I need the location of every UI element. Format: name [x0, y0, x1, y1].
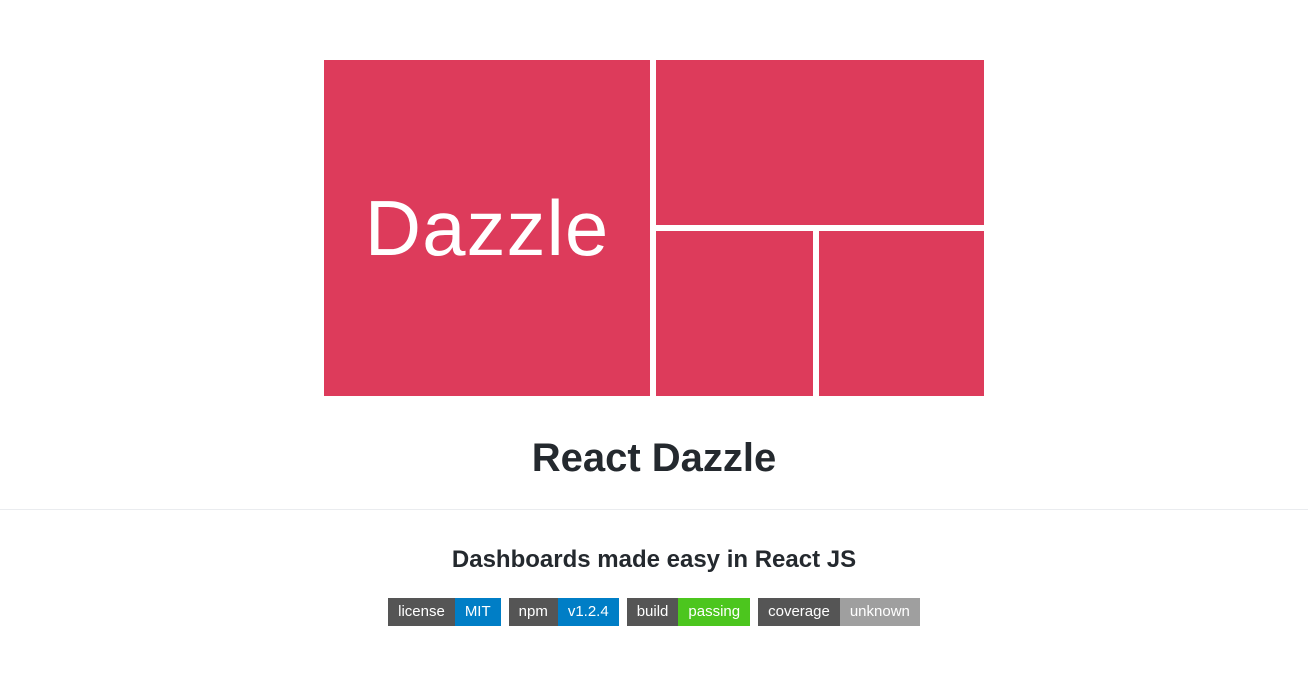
- badge-label: build: [627, 598, 679, 626]
- coverage-badge[interactable]: coverage unknown: [758, 598, 920, 626]
- page-title: React Dazzle: [532, 436, 777, 481]
- npm-badge[interactable]: npm v1.2.4: [509, 598, 619, 626]
- dazzle-logo: Dazzle: [324, 60, 984, 396]
- badge-value: unknown: [840, 598, 920, 626]
- logo-left-tile: Dazzle: [324, 60, 650, 396]
- badge-value: MIT: [455, 598, 501, 626]
- badge-value: v1.2.4: [558, 598, 619, 626]
- logo-bottom-right-tile: [819, 231, 984, 396]
- page-subtitle: Dashboards made easy in React JS: [452, 546, 856, 574]
- logo-bottom-left-tile: [656, 231, 813, 396]
- badge-label: coverage: [758, 598, 840, 626]
- logo-top-right-tile: [656, 60, 984, 225]
- logo-text: Dazzle: [365, 183, 609, 274]
- section-divider: [0, 509, 1308, 510]
- badge-value: passing: [678, 598, 750, 626]
- badges-row: license MIT npm v1.2.4 build passing cov…: [388, 598, 920, 626]
- logo-right-tiles: [656, 60, 984, 396]
- license-badge[interactable]: license MIT: [388, 598, 501, 626]
- readme-container: Dazzle React Dazzle Dashboards made easy…: [0, 0, 1308, 626]
- badge-label: license: [388, 598, 455, 626]
- build-badge[interactable]: build passing: [627, 598, 750, 626]
- badge-label: npm: [509, 598, 558, 626]
- logo-bottom-right-tiles: [656, 231, 984, 396]
